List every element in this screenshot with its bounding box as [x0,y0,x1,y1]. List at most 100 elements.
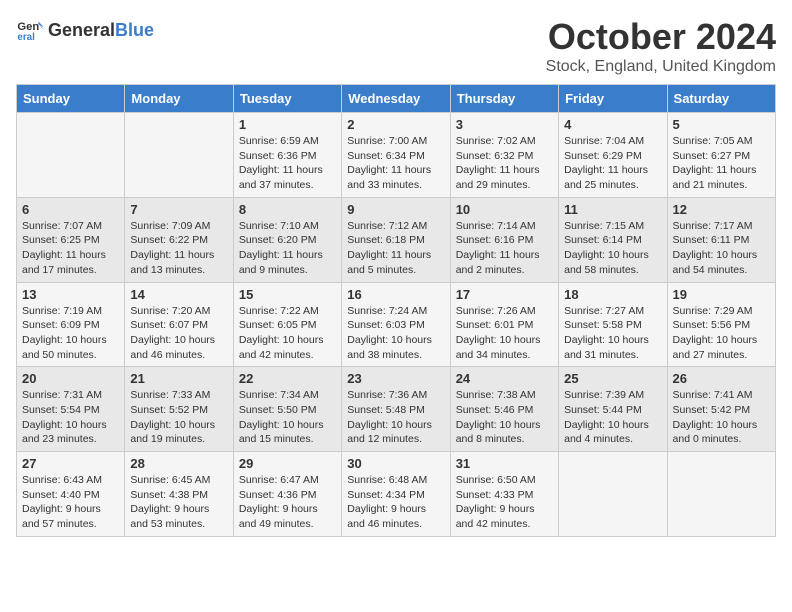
calendar-week-row: 13 Sunrise: 7:19 AM Sunset: 6:09 PM Dayli… [17,282,776,367]
calendar-cell: 1Sunrise: 6:59 AM Sunset: 6:36 PM Daylig… [233,113,341,198]
day-info: Sunrise: 7:31 AM Sunset: 5:54 PM Dayligh… [22,388,119,447]
calendar-week-row: 1Sunrise: 6:59 AM Sunset: 6:36 PM Daylig… [17,113,776,198]
day-info: Sunrise: 7:27 AM Sunset: 5:58 PM Dayligh… [564,304,661,363]
calendar-cell [667,452,775,537]
day-info: Sunrise: 7:19 AM Sunset: 6:09 PM Dayligh… [22,304,119,363]
day-info: Sunrise: 7:22 AM Sunset: 6:05 PM Dayligh… [239,304,336,363]
calendar-cell: 14Sunrise: 7:20 AM Sunset: 6:07 PM Dayli… [125,282,233,367]
day-number: 29 [239,456,336,471]
calendar-week-row: 6 Sunrise: 7:07 AM Sunset: 6:25 PM Daylig… [17,197,776,282]
logo: Gen eral GeneralBlue [16,16,154,44]
calendar-cell: 3Sunrise: 7:02 AM Sunset: 6:32 PM Daylig… [450,113,558,198]
weekday-header-cell: Sunday [17,85,125,113]
calendar-table: SundayMondayTuesdayWednesdayThursdayFrid… [16,84,776,537]
calendar-cell: 22Sunrise: 7:34 AM Sunset: 5:50 PM Dayli… [233,367,341,452]
logo-icon: Gen eral [16,16,44,44]
weekday-header-row: SundayMondayTuesdayWednesdayThursdayFrid… [17,85,776,113]
day-number: 10 [456,202,553,217]
calendar-cell: 9 Sunrise: 7:12 AM Sunset: 6:18 PM Daylig… [342,197,450,282]
calendar-cell: 8 Sunrise: 7:10 AM Sunset: 6:20 PM Daylig… [233,197,341,282]
weekday-header-cell: Wednesday [342,85,450,113]
day-info: Sunrise: 7:29 AM Sunset: 5:56 PM Dayligh… [673,304,770,363]
day-info: Sunrise: 7:39 AM Sunset: 5:44 PM Dayligh… [564,388,661,447]
svg-text:eral: eral [17,32,35,43]
calendar-body: 1Sunrise: 6:59 AM Sunset: 6:36 PM Daylig… [17,113,776,537]
calendar-cell: 31Sunrise: 6:50 AM Sunset: 4:33 PM Dayli… [450,452,558,537]
month-title: October 2024 [546,16,776,58]
calendar-cell: 25 Sunrise: 7:39 AM Sunset: 5:44 PM Dayli… [559,367,667,452]
day-number: 20 [22,371,119,386]
day-info: Sunrise: 7:05 AM Sunset: 6:27 PM Dayligh… [673,134,770,193]
day-info: Sunrise: 7:36 AM Sunset: 5:48 PM Dayligh… [347,388,444,447]
day-info: Sunrise: 7:14 AM Sunset: 6:16 PM Dayligh… [456,219,553,278]
day-info: Sunrise: 7:09 AM Sunset: 6:22 PM Dayligh… [130,219,227,278]
day-number: 12 [673,202,770,217]
day-info: Sunrise: 7:07 AM Sunset: 6:25 PM Dayligh… [22,219,119,278]
title-block: October 2024 Stock, England, United King… [546,16,776,76]
day-info: Sunrise: 7:24 AM Sunset: 6:03 PM Dayligh… [347,304,444,363]
day-info: Sunrise: 7:04 AM Sunset: 6:29 PM Dayligh… [564,134,661,193]
day-number: 4 [564,117,661,132]
day-number: 23 [347,371,444,386]
day-info: Sunrise: 7:41 AM Sunset: 5:42 PM Dayligh… [673,388,770,447]
day-info: Sunrise: 6:45 AM Sunset: 4:38 PM Dayligh… [130,473,227,532]
calendar-cell [17,113,125,198]
day-number: 5 [673,117,770,132]
day-number: 8 [239,202,336,217]
calendar-cell [559,452,667,537]
calendar-cell: 13 Sunrise: 7:19 AM Sunset: 6:09 PM Dayli… [17,282,125,367]
calendar-cell: 17 Sunrise: 7:26 AM Sunset: 6:01 PM Dayli… [450,282,558,367]
calendar-cell: 5 Sunrise: 7:05 AM Sunset: 6:27 PM Daylig… [667,113,775,198]
day-number: 11 [564,202,661,217]
day-number: 25 [564,371,661,386]
day-info: Sunrise: 6:43 AM Sunset: 4:40 PM Dayligh… [22,473,119,532]
day-number: 21 [130,371,227,386]
day-number: 15 [239,287,336,302]
day-info: Sunrise: 6:48 AM Sunset: 4:34 PM Dayligh… [347,473,444,532]
calendar-cell: 23 Sunrise: 7:36 AM Sunset: 5:48 PM Dayli… [342,367,450,452]
calendar-cell: 12Sunrise: 7:17 AM Sunset: 6:11 PM Dayli… [667,197,775,282]
day-number: 30 [347,456,444,471]
day-number: 3 [456,117,553,132]
calendar-week-row: 20 Sunrise: 7:31 AM Sunset: 5:54 PM Dayli… [17,367,776,452]
calendar-cell: 30 Sunrise: 6:48 AM Sunset: 4:34 PM Dayli… [342,452,450,537]
day-info: Sunrise: 7:33 AM Sunset: 5:52 PM Dayligh… [130,388,227,447]
day-number: 18 [564,287,661,302]
logo-general-text: GeneralBlue [48,20,154,41]
day-number: 31 [456,456,553,471]
day-number: 9 [347,202,444,217]
calendar-cell: 4 Sunrise: 7:04 AM Sunset: 6:29 PM Daylig… [559,113,667,198]
day-number: 6 [22,202,119,217]
day-info: Sunrise: 7:00 AM Sunset: 6:34 PM Dayligh… [347,134,444,193]
calendar-cell: 2Sunrise: 7:00 AM Sunset: 6:34 PM Daylig… [342,113,450,198]
day-number: 7 [130,202,227,217]
day-number: 26 [673,371,770,386]
day-info: Sunrise: 7:12 AM Sunset: 6:18 PM Dayligh… [347,219,444,278]
day-info: Sunrise: 7:20 AM Sunset: 6:07 PM Dayligh… [130,304,227,363]
day-info: Sunrise: 6:47 AM Sunset: 4:36 PM Dayligh… [239,473,336,532]
day-info: Sunrise: 7:15 AM Sunset: 6:14 PM Dayligh… [564,219,661,278]
day-number: 22 [239,371,336,386]
day-info: Sunrise: 7:10 AM Sunset: 6:20 PM Dayligh… [239,219,336,278]
day-number: 24 [456,371,553,386]
calendar-cell: 18 Sunrise: 7:27 AM Sunset: 5:58 PM Dayli… [559,282,667,367]
day-info: Sunrise: 6:59 AM Sunset: 6:36 PM Dayligh… [239,134,336,193]
day-info: Sunrise: 7:26 AM Sunset: 6:01 PM Dayligh… [456,304,553,363]
day-number: 13 [22,287,119,302]
weekday-header-cell: Saturday [667,85,775,113]
calendar-cell: 28Sunrise: 6:45 AM Sunset: 4:38 PM Dayli… [125,452,233,537]
calendar-cell: 24Sunrise: 7:38 AM Sunset: 5:46 PM Dayli… [450,367,558,452]
day-number: 19 [673,287,770,302]
calendar-week-row: 27Sunrise: 6:43 AM Sunset: 4:40 PM Dayli… [17,452,776,537]
calendar-cell: 16 Sunrise: 7:24 AM Sunset: 6:03 PM Dayli… [342,282,450,367]
calendar-cell: 20 Sunrise: 7:31 AM Sunset: 5:54 PM Dayli… [17,367,125,452]
weekday-header-cell: Friday [559,85,667,113]
day-number: 16 [347,287,444,302]
weekday-header-cell: Monday [125,85,233,113]
calendar-cell: 26 Sunrise: 7:41 AM Sunset: 5:42 PM Dayli… [667,367,775,452]
location-title: Stock, England, United Kingdom [546,58,776,76]
calendar-cell [125,113,233,198]
calendar-cell: 10 Sunrise: 7:14 AM Sunset: 6:16 PM Dayli… [450,197,558,282]
day-number: 17 [456,287,553,302]
weekday-header-cell: Thursday [450,85,558,113]
